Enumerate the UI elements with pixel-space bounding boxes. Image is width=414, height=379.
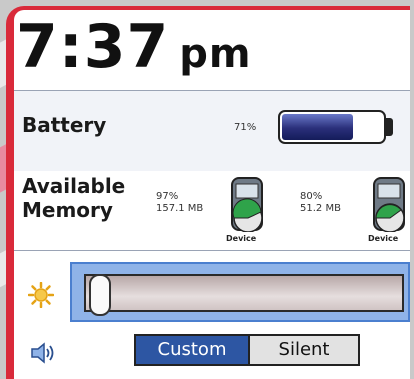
device-memory-size: 157.1 MB bbox=[156, 203, 204, 214]
device-memory-gauge: Device bbox=[226, 176, 266, 243]
brightness-track[interactable] bbox=[84, 274, 404, 316]
battery-fill bbox=[282, 114, 353, 140]
device-memory-size: 51.2 MB bbox=[300, 203, 341, 214]
speaker-icon bbox=[30, 342, 56, 368]
profile-custom-button[interactable]: Custom bbox=[134, 334, 248, 366]
battery-gauge bbox=[278, 110, 386, 144]
clock-ampm: pm bbox=[179, 31, 252, 77]
sun-icon bbox=[27, 281, 55, 312]
divider bbox=[14, 250, 410, 251]
profile-silent-button[interactable]: Silent bbox=[248, 334, 360, 366]
device-memory-percent: 80% bbox=[300, 191, 323, 202]
brightness-slider[interactable] bbox=[70, 262, 410, 322]
handheld-icon bbox=[373, 177, 405, 233]
handheld-icon bbox=[231, 177, 263, 233]
device-name: Device bbox=[368, 234, 399, 243]
device-memory-percent: 97% bbox=[156, 191, 179, 202]
clock: 7:37 pm bbox=[16, 12, 252, 82]
battery-label: Battery bbox=[22, 113, 107, 137]
memory-label-line1: Available bbox=[22, 174, 126, 198]
device-memory-gauge: Device bbox=[368, 176, 408, 243]
status-screen: 7:37 pm Battery 71% Available Memory 97% … bbox=[14, 10, 410, 379]
clock-time: 7:37 bbox=[16, 12, 170, 82]
brightness-knob[interactable] bbox=[89, 274, 111, 316]
memory-label-line2: Memory bbox=[22, 198, 113, 222]
battery-terminal bbox=[386, 118, 393, 136]
battery-percent: 71% bbox=[234, 122, 257, 133]
device-name: Device bbox=[226, 234, 257, 243]
